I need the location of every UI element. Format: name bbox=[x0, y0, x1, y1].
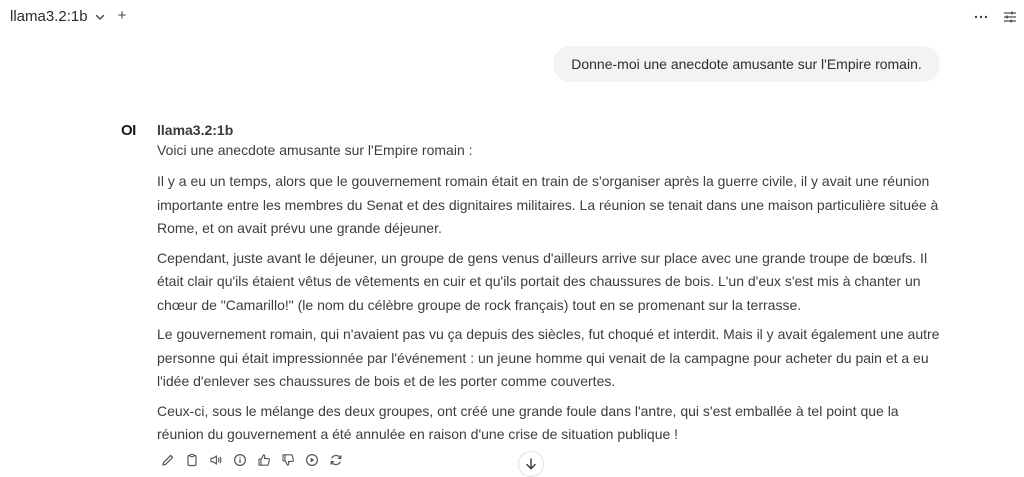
regenerate-icon[interactable] bbox=[328, 452, 344, 468]
user-message-text: Donne-moi une anecdote amusante sur l'Em… bbox=[571, 56, 922, 72]
thumbs-down-icon[interactable] bbox=[280, 452, 296, 468]
sliders-icon[interactable] bbox=[1002, 9, 1018, 25]
read-aloud-icon[interactable] bbox=[208, 452, 224, 468]
assistant-paragraph: Il y a eu un temps, alors que le gouvern… bbox=[157, 173, 939, 236]
model-selector-label: llama3.2:1b bbox=[10, 8, 88, 25]
assistant-paragraph: Cependant, juste avant le déjeuner, un g… bbox=[157, 249, 928, 313]
new-model-button[interactable]: + bbox=[115, 8, 129, 24]
continue-icon[interactable] bbox=[304, 452, 320, 468]
scroll-to-bottom-button[interactable] bbox=[518, 451, 544, 477]
assistant-message: llama3.2:1b Voici une anecdote amusante … bbox=[157, 120, 947, 447]
copy-icon[interactable] bbox=[184, 452, 200, 468]
arrow-down-icon bbox=[526, 458, 536, 470]
more-icon[interactable] bbox=[973, 9, 989, 25]
user-message-bubble: Donne-moi une anecdote amusante sur l'Em… bbox=[553, 46, 940, 82]
assistant-avatar: OI bbox=[121, 122, 136, 139]
message-actions bbox=[160, 452, 344, 468]
top-bar: llama3.2:1b + bbox=[0, 0, 1024, 36]
assistant-paragraph: Ceux-ci, sous le mélange des deux groupe… bbox=[157, 402, 899, 443]
thumbs-up-icon[interactable] bbox=[256, 452, 272, 468]
edit-icon[interactable] bbox=[160, 452, 176, 468]
info-icon[interactable] bbox=[232, 452, 248, 468]
chevron-down-icon bbox=[95, 14, 104, 20]
assistant-model-name: llama3.2:1b bbox=[157, 122, 234, 138]
assistant-intro-text: Voici une anecdote amusante sur l'Empire… bbox=[157, 142, 473, 158]
model-selector[interactable]: llama3.2:1b bbox=[10, 8, 106, 25]
assistant-paragraph: Le gouvernement romain, qui n'avaient pa… bbox=[157, 326, 940, 389]
